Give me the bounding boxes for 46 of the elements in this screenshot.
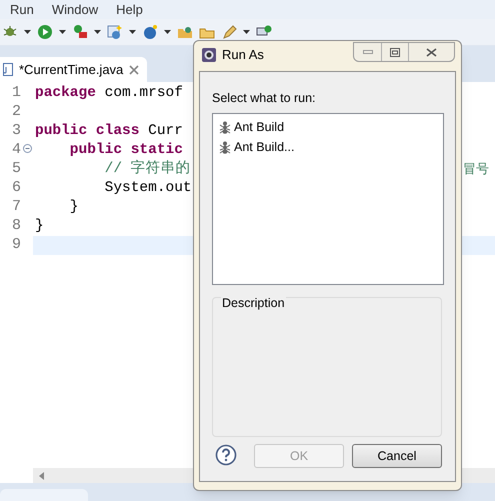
editor-tab[interactable]: *CurrentTime.java xyxy=(0,57,148,82)
help-icon[interactable] xyxy=(215,444,237,466)
code-fragment: 冒号 xyxy=(463,160,489,179)
menu-item[interactable]: Run xyxy=(9,0,35,20)
caret-icon[interactable] xyxy=(243,30,250,34)
close-icon[interactable] xyxy=(129,64,140,74)
maximize-icon xyxy=(390,48,400,56)
dialog-button[interactable]: Cancel xyxy=(352,444,442,468)
line-number: 9 xyxy=(12,235,22,256)
dialog-title: Run As xyxy=(222,46,264,64)
line-number: 3 xyxy=(12,121,22,142)
java-file-icon xyxy=(3,63,13,76)
caret-icon[interactable] xyxy=(59,30,66,34)
code-line: public static xyxy=(68,140,183,160)
code-line: public class Curr xyxy=(35,122,183,141)
description-label: Description xyxy=(221,294,286,313)
ant-icon xyxy=(219,140,231,154)
folder-icon[interactable] xyxy=(177,24,193,40)
line-number: 7 xyxy=(12,197,22,218)
line-number: 1 xyxy=(12,83,22,104)
list-item[interactable]: Ant Build... xyxy=(219,137,296,157)
code-line: } xyxy=(35,216,44,236)
list-item[interactable]: Ant Build xyxy=(219,117,286,137)
tab-label: *CurrentTime.java xyxy=(19,60,124,79)
caret-icon[interactable] xyxy=(129,30,136,34)
close-icon xyxy=(426,48,437,56)
line-number: 2 xyxy=(12,102,22,122)
line-number: 8 xyxy=(12,216,22,236)
code-line: System.out xyxy=(104,178,192,198)
minimize-icon xyxy=(362,50,372,54)
line-number: 5 xyxy=(12,159,22,180)
menu-item[interactable]: Window xyxy=(50,0,100,20)
play-icon[interactable] xyxy=(37,24,53,40)
caret-icon[interactable] xyxy=(164,30,171,34)
prompt-label: Select what to run: xyxy=(212,90,316,107)
collapse-icon[interactable] xyxy=(23,144,32,153)
line-number: 6 xyxy=(12,178,22,198)
code-line: } xyxy=(68,198,79,217)
menu-item[interactable]: Help xyxy=(115,0,144,20)
scroll-left-icon[interactable] xyxy=(39,472,44,480)
line-number: 4 xyxy=(12,140,22,160)
ant-icon xyxy=(219,120,231,134)
caret-icon[interactable] xyxy=(24,30,31,34)
code-line: // 字符串的 xyxy=(104,158,191,179)
caret-icon[interactable] xyxy=(94,30,101,34)
code-line: package com.mrsof xyxy=(35,84,183,103)
